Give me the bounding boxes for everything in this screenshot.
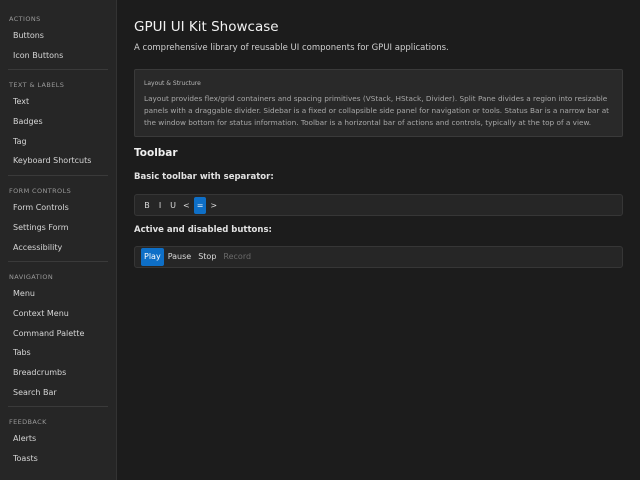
next-button[interactable]: > [207,197,220,214]
sidebar-item-text[interactable]: Text [0,92,116,112]
sidebar-item-buttons[interactable]: Buttons [0,26,116,46]
info-card-title: Layout & Structure [144,80,201,87]
sidebar-section-title: FEEDBACK [9,418,47,427]
sidebar-section-title: NAVIGATION [9,273,54,282]
info-card-body: Layout provides flex/grid containers and… [144,94,610,127]
prev-button[interactable]: < [180,197,193,214]
sidebar-item-context-menu[interactable]: Context Menu [0,304,116,324]
sidebar-section-title: FORM CONTROLS [9,187,72,196]
sidebar-item-accessibility[interactable]: Accessibility [0,238,116,258]
sidebar-item-tabs[interactable]: Tabs [0,343,116,363]
basic-toolbar: B I U < = > [134,194,623,216]
page-subtitle: A comprehensive library of reusable UI c… [134,43,449,53]
basic-toolbar-label: Basic toolbar with separator: [134,172,274,182]
sidebar-item-tag[interactable]: Tag [0,132,116,152]
info-card: Layout & Structure Layout provides flex/… [134,69,623,137]
sidebar-item-form-controls[interactable]: Form Controls [0,198,116,218]
sidebar-item-command-palette[interactable]: Command Palette [0,324,116,344]
stop-button[interactable]: Stop [195,248,219,266]
sidebar: ACTIONS Buttons Icon Buttons TEXT & LABE… [0,0,117,480]
sidebar-item-toasts[interactable]: Toasts [0,449,116,469]
sidebar-divider [8,69,108,71]
states-toolbar: Play Pause Stop Record [134,246,623,268]
states-toolbar-label: Active and disabled buttons: [134,225,272,235]
sidebar-section-actions: ACTIONS Buttons Icon Buttons [0,12,116,65]
sidebar-section-text-labels: TEXT & LABELS Text Badges Tag Keyboard S… [0,78,116,171]
play-button[interactable]: Play [141,248,164,266]
sidebar-item-settings-form[interactable]: Settings Form [0,218,116,238]
sidebar-divider [8,406,108,408]
sidebar-item-badges[interactable]: Badges [0,112,116,132]
sidebar-divider [8,261,108,263]
sidebar-divider [8,175,108,177]
sidebar-item-breadcrumbs[interactable]: Breadcrumbs [0,363,116,383]
sidebar-section-feedback: FEEDBACK Alerts Toasts [0,415,116,468]
underline-button[interactable]: U [167,197,179,214]
toolbar-section-heading: Toolbar [134,147,178,159]
italic-button[interactable]: I [154,197,166,214]
sidebar-item-icon-buttons[interactable]: Icon Buttons [0,46,116,66]
sidebar-item-keyboard-shortcuts[interactable]: Keyboard Shortcuts [0,151,116,171]
sidebar-item-menu[interactable]: Menu [0,284,116,304]
record-button: Record [223,252,252,261]
page-title: GPUI UI Kit Showcase [134,19,279,35]
sidebar-section-navigation: NAVIGATION Menu Context Menu Command Pal… [0,270,116,402]
sidebar-item-alerts[interactable]: Alerts [0,429,116,449]
equals-button[interactable]: = [193,196,207,214]
sidebar-section-form-controls: FORM CONTROLS Form Controls Settings For… [0,184,116,257]
sidebar-section-title: TEXT & LABELS [9,81,65,90]
sidebar-section-title: ACTIONS [9,15,41,23]
pause-button[interactable]: Pause [165,248,195,266]
sidebar-item-search-bar[interactable]: Search Bar [0,383,116,403]
bold-button[interactable]: B [141,197,153,214]
